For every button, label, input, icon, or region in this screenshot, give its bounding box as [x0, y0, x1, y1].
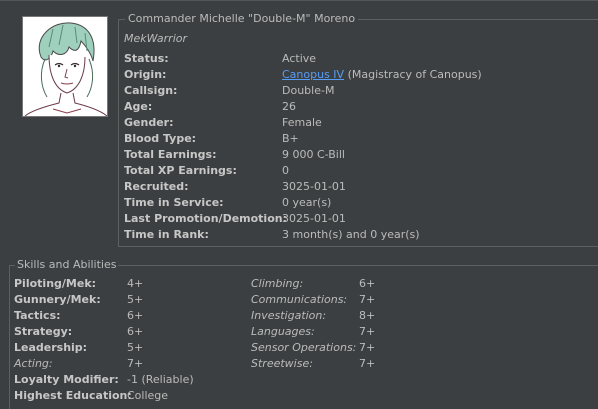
- personnel-view: Commander Michelle "Double-M" Moreno Mek…: [0, 0, 598, 409]
- skill-label: Communications:: [251, 293, 348, 306]
- detail-label: Last Promotion/Demotion:: [124, 212, 287, 225]
- detail-value: Active: [282, 52, 317, 65]
- detail-value: 0: [282, 164, 289, 177]
- skill-label: Tactics:: [14, 309, 61, 322]
- skill-label: Highest Education:: [14, 389, 132, 402]
- portrait-sketch-icon: [23, 17, 107, 116]
- skill-label: Investigation:: [251, 309, 327, 322]
- skill-value: 7+: [359, 341, 376, 354]
- detail-label: Time in Rank:: [124, 228, 209, 241]
- skill-label: Acting:: [14, 357, 53, 370]
- person-title: Commander Michelle "Double-M" Moreno: [125, 12, 359, 25]
- skill-value: 6+: [127, 325, 144, 338]
- detail-label: Total Earnings:: [124, 148, 217, 161]
- detail-label: Recruited:: [124, 180, 189, 193]
- skill-label: Loyalty Modifier:: [14, 373, 119, 386]
- detail-value: 9 000 C-Bill: [282, 148, 345, 161]
- person-role: MekWarrior: [124, 32, 187, 45]
- detail-value: Double-M: [282, 84, 335, 97]
- skill-value: 6+: [359, 277, 376, 290]
- detail-value: 26: [282, 100, 296, 113]
- skill-value: 7+: [359, 325, 376, 338]
- detail-value: Canopus IV (Magistracy of Canopus): [282, 67, 482, 83]
- skill-label: Gunnery/Mek:: [14, 293, 101, 306]
- origin-faction: (Magistracy of Canopus): [344, 68, 482, 81]
- skill-label: Climbing:: [251, 277, 304, 290]
- skill-value: 5+: [127, 293, 144, 306]
- skill-label: Piloting/Mek:: [14, 277, 97, 290]
- detail-label: Time in Service:: [124, 196, 224, 209]
- skill-label: Leadership:: [14, 341, 88, 354]
- skill-value: 7+: [359, 357, 376, 370]
- detail-value: Female: [282, 116, 322, 129]
- detail-label: Total XP Earnings:: [124, 164, 237, 177]
- skill-value: 4+: [127, 277, 144, 290]
- detail-label: Callsign:: [124, 84, 178, 97]
- skill-value: 6+: [127, 309, 144, 322]
- detail-label: Status:: [124, 52, 169, 65]
- detail-label: Age:: [124, 100, 153, 113]
- skill-value: College: [127, 389, 169, 402]
- skill-label: Strategy:: [14, 325, 73, 338]
- origin-link[interactable]: Canopus IV: [282, 68, 344, 81]
- detail-value: 3025-01-01: [282, 180, 346, 193]
- skill-value: 7+: [127, 357, 144, 370]
- portrait-image: [22, 16, 108, 117]
- skill-label: Sensor Operations:: [251, 341, 357, 354]
- detail-value: 0 year(s): [282, 196, 332, 209]
- skill-value: 7+: [359, 293, 376, 306]
- skill-label: Streetwise:: [251, 357, 313, 370]
- detail-label: Origin:: [124, 68, 167, 81]
- skill-value: 5+: [127, 341, 144, 354]
- skills-title: Skills and Abilities: [15, 258, 119, 271]
- skill-value: 8+: [359, 309, 376, 322]
- skill-value: -1 (Reliable): [127, 373, 194, 386]
- detail-label: Blood Type:: [124, 132, 197, 145]
- skill-label: Languages:: [251, 325, 315, 338]
- detail-value: 3025-01-01: [282, 212, 346, 225]
- top-divider: [0, 0, 598, 1]
- detail-value: B+: [282, 132, 299, 145]
- detail-value: 3 month(s) and 0 year(s): [282, 228, 420, 241]
- detail-label: Gender:: [124, 116, 174, 129]
